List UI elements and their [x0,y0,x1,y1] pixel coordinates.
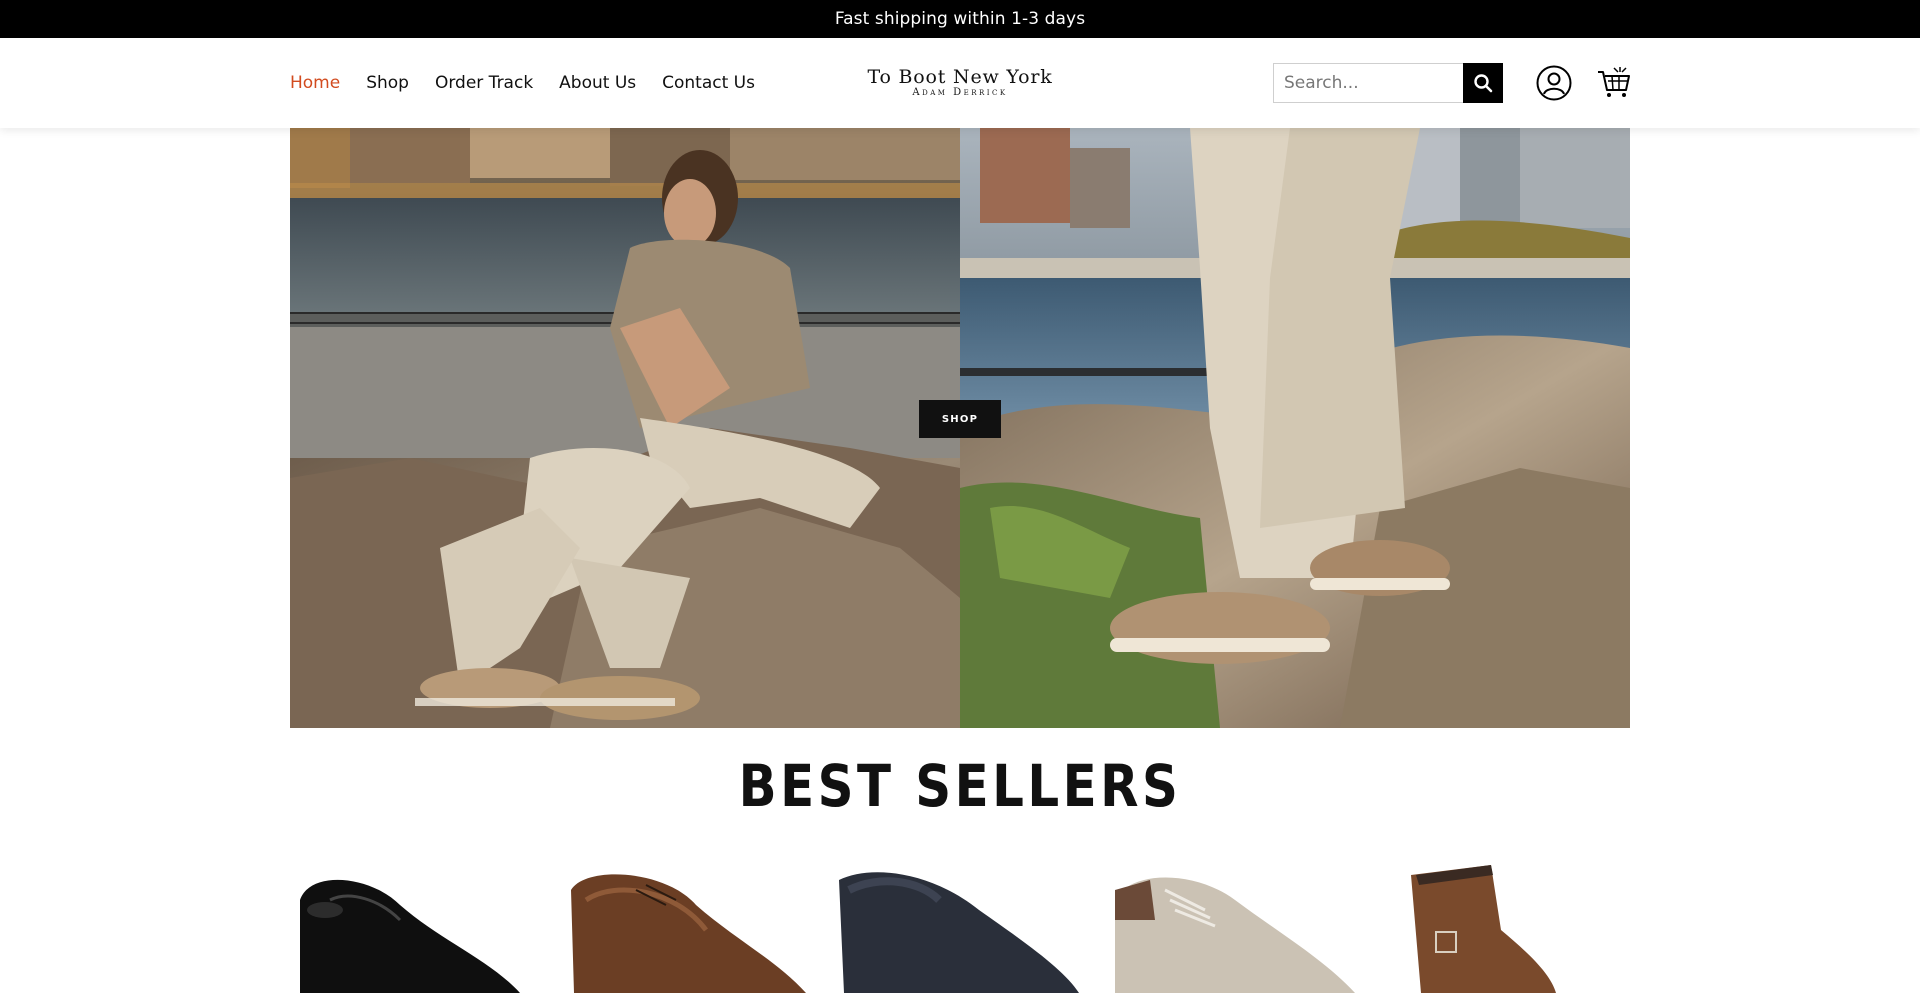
product-image[interactable] [290,860,540,993]
brand-logo[interactable]: To Boot New York Adam Derrick [860,38,1060,128]
announcement-bar: Fast shipping within 1-3 days [0,0,1920,38]
hero-image-right [960,128,1630,728]
nav-home[interactable]: Home [290,73,340,93]
product-image[interactable] [566,860,816,993]
hero-image-left [290,128,960,728]
announcement-text: Fast shipping within 1-3 days [834,9,1086,29]
search-button[interactable] [1463,63,1503,103]
nav-shop[interactable]: Shop [366,73,409,93]
search-input[interactable] [1273,63,1470,103]
hero-shop-button[interactable]: SHOP [919,400,1001,438]
nav-order-track[interactable]: Order Track [435,73,533,93]
account-icon[interactable] [1536,65,1572,101]
main-nav: Home Shop Order Track About Us Contact U… [290,38,781,128]
brand-subname: Adam Derrick [912,87,1008,98]
cart-icon[interactable] [1596,64,1632,100]
product-image[interactable] [839,860,1089,993]
search-icon [1474,74,1493,93]
nav-contact-us[interactable]: Contact Us [662,73,755,93]
site-header: Home Shop Order Track About Us Contact U… [0,38,1920,128]
product-image[interactable] [1391,860,1641,993]
product-image[interactable] [1115,860,1365,993]
hero-banner: SHOP [290,128,1630,728]
best-sellers-grid [290,860,1630,993]
best-sellers-title: BEST SELLERS [738,752,1182,820]
brand-name: To Boot New York [867,66,1053,88]
nav-about-us[interactable]: About Us [559,73,636,93]
